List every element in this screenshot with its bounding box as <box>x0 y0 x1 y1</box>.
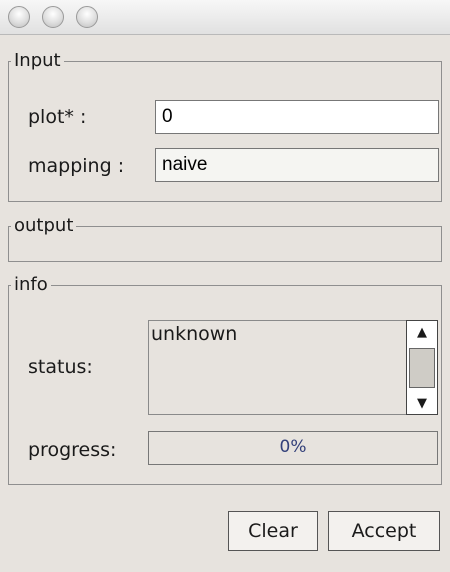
accept-button[interactable]: Accept <box>328 511 440 551</box>
progress-bar: 0% <box>148 431 438 465</box>
scroll-up-icon[interactable]: ▲ <box>407 321 437 343</box>
close-icon[interactable] <box>8 6 30 28</box>
status-label: status: <box>28 356 93 378</box>
scroll-thumb[interactable] <box>409 348 435 388</box>
mapping-field[interactable] <box>155 148 439 182</box>
mapping-label: mapping : <box>28 155 125 177</box>
output-group-title: output <box>11 215 77 237</box>
plot-label: plot* : <box>28 106 87 128</box>
status-scrollbar[interactable]: ▲ ▼ <box>406 320 438 415</box>
progress-text: 0% <box>279 437 307 457</box>
info-group-title: info <box>11 274 51 296</box>
input-group-title: Input <box>11 50 64 72</box>
clear-button[interactable]: Clear <box>228 511 318 551</box>
zoom-icon[interactable] <box>76 6 98 28</box>
title-bar <box>0 0 450 35</box>
scroll-down-icon[interactable]: ▼ <box>407 392 437 414</box>
progress-label: progress: <box>28 439 117 461</box>
status-textarea[interactable]: unknown <box>148 320 406 415</box>
plot-input[interactable] <box>155 100 439 134</box>
output-group: output <box>8 215 442 262</box>
minimize-icon[interactable] <box>42 6 64 28</box>
